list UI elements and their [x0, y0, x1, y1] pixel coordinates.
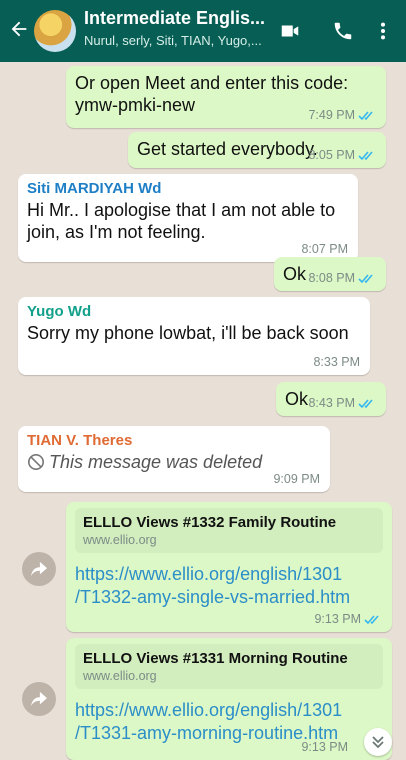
message-link-outgoing[interactable]: ELLLO Views #1331 Morning Routine www.el… — [66, 638, 392, 760]
forward-icon — [31, 561, 47, 577]
link-preview-title: ELLLO Views #1332 Family Routine — [83, 514, 337, 531]
message-outgoing[interactable]: Ok 8:08 PM — [274, 257, 386, 291]
forward-icon — [31, 691, 47, 707]
message-time: 8:33 PM — [313, 355, 360, 369]
message-meta: 8:43 PM — [308, 396, 376, 410]
back-arrow-icon[interactable] — [8, 18, 30, 40]
message-incoming[interactable]: Yugo Wd Sorry my phone lowbat, i'll be b… — [18, 297, 370, 375]
message-meta: 9:09 PM — [273, 472, 320, 486]
voice-call-icon[interactable] — [331, 20, 355, 42]
group-avatar[interactable] — [34, 10, 76, 52]
link-line: https://www.ellio.org/english/1301 — [75, 564, 343, 584]
forward-button[interactable] — [22, 552, 56, 586]
message-meta: 9:13 PM — [301, 740, 348, 754]
chat-area[interactable]: Or open Meet and enter this code: ymw-pm… — [0, 62, 406, 760]
message-text: Hi Mr.. I apologise that I am not able t… — [27, 200, 336, 242]
message-sender[interactable]: TIAN V. Theres — [27, 432, 321, 449]
more-options-icon[interactable] — [378, 20, 388, 42]
message-time: 7:49 PM — [308, 108, 355, 122]
message-time: 8:43 PM — [308, 396, 355, 410]
message-meta: 9:13 PM — [314, 612, 382, 626]
video-call-icon[interactable] — [278, 20, 302, 42]
link-preview-site: www.ellio.org — [83, 669, 157, 683]
link-preview-title: ELLLO Views #1331 Morning Routine — [83, 650, 348, 667]
chat-title[interactable]: Intermediate Englis... — [84, 8, 265, 29]
message-outgoing[interactable]: Ok 8:43 PM — [276, 382, 386, 416]
link-preview[interactable]: ELLLO Views #1331 Morning Routine www.el… — [75, 644, 383, 689]
message-meta: 7:49 PM — [308, 108, 376, 122]
message-sender[interactable]: Yugo Wd — [27, 303, 361, 320]
message-text: This message was deleted — [49, 452, 263, 472]
message-meta: 8:07 PM — [301, 242, 348, 256]
message-time: 9:09 PM — [273, 472, 320, 486]
read-ticks-icon — [358, 151, 373, 161]
read-ticks-icon — [364, 615, 379, 625]
link-line: /T1332-amy-single-vs-married.htm — [75, 587, 351, 607]
link-preview-site: www.ellio.org — [83, 533, 157, 547]
scroll-to-bottom-button[interactable] — [364, 728, 392, 756]
message-time: 9:13 PM — [301, 740, 348, 754]
read-ticks-icon — [358, 399, 373, 409]
link-preview[interactable]: ELLLO Views #1332 Family Routine www.ell… — [75, 508, 383, 553]
message-time: 8:08 PM — [308, 271, 355, 285]
double-chevron-down-icon — [372, 736, 384, 749]
message-incoming[interactable]: Siti MARDIYAH Wd Hi Mr.. I apologise tha… — [18, 174, 358, 262]
message-meta: 8:08 PM — [308, 271, 376, 285]
message-link[interactable]: https://www.ellio.org/english/1301 /T133… — [75, 699, 383, 745]
message-time: 9:13 PM — [314, 612, 361, 626]
read-ticks-icon — [358, 111, 373, 121]
message-link[interactable]: https://www.ellio.org/english/1301 /T133… — [75, 563, 383, 609]
message-outgoing[interactable]: Get started everybody. 8:05 PM — [128, 132, 386, 168]
read-ticks-icon — [358, 274, 373, 284]
message-meta: 8:05 PM — [308, 148, 376, 162]
chat-members[interactable]: Nurul, serly, Siti, TIAN, Yugo,... — [84, 33, 262, 48]
message-incoming[interactable]: TIAN V. Theres This message was deleted … — [18, 426, 330, 492]
forward-button[interactable] — [22, 682, 56, 716]
deleted-icon — [27, 453, 45, 471]
message-link-outgoing[interactable]: ELLLO Views #1332 Family Routine www.ell… — [66, 502, 392, 632]
message-text: Sorry my phone lowbat, i'll be back soon — [27, 323, 349, 343]
deleted-message: This message was deleted — [27, 451, 321, 473]
message-meta: 8:33 PM — [313, 355, 360, 369]
link-line: https://www.ellio.org/english/1301 — [75, 700, 343, 720]
chat-header: Intermediate Englis... Nurul, serly, Sit… — [0, 0, 406, 62]
message-outgoing[interactable]: Or open Meet and enter this code: ymw-pm… — [66, 66, 386, 128]
message-sender[interactable]: Siti MARDIYAH Wd — [27, 180, 349, 197]
message-time: 8:07 PM — [301, 242, 348, 256]
message-time: 8:05 PM — [308, 148, 355, 162]
